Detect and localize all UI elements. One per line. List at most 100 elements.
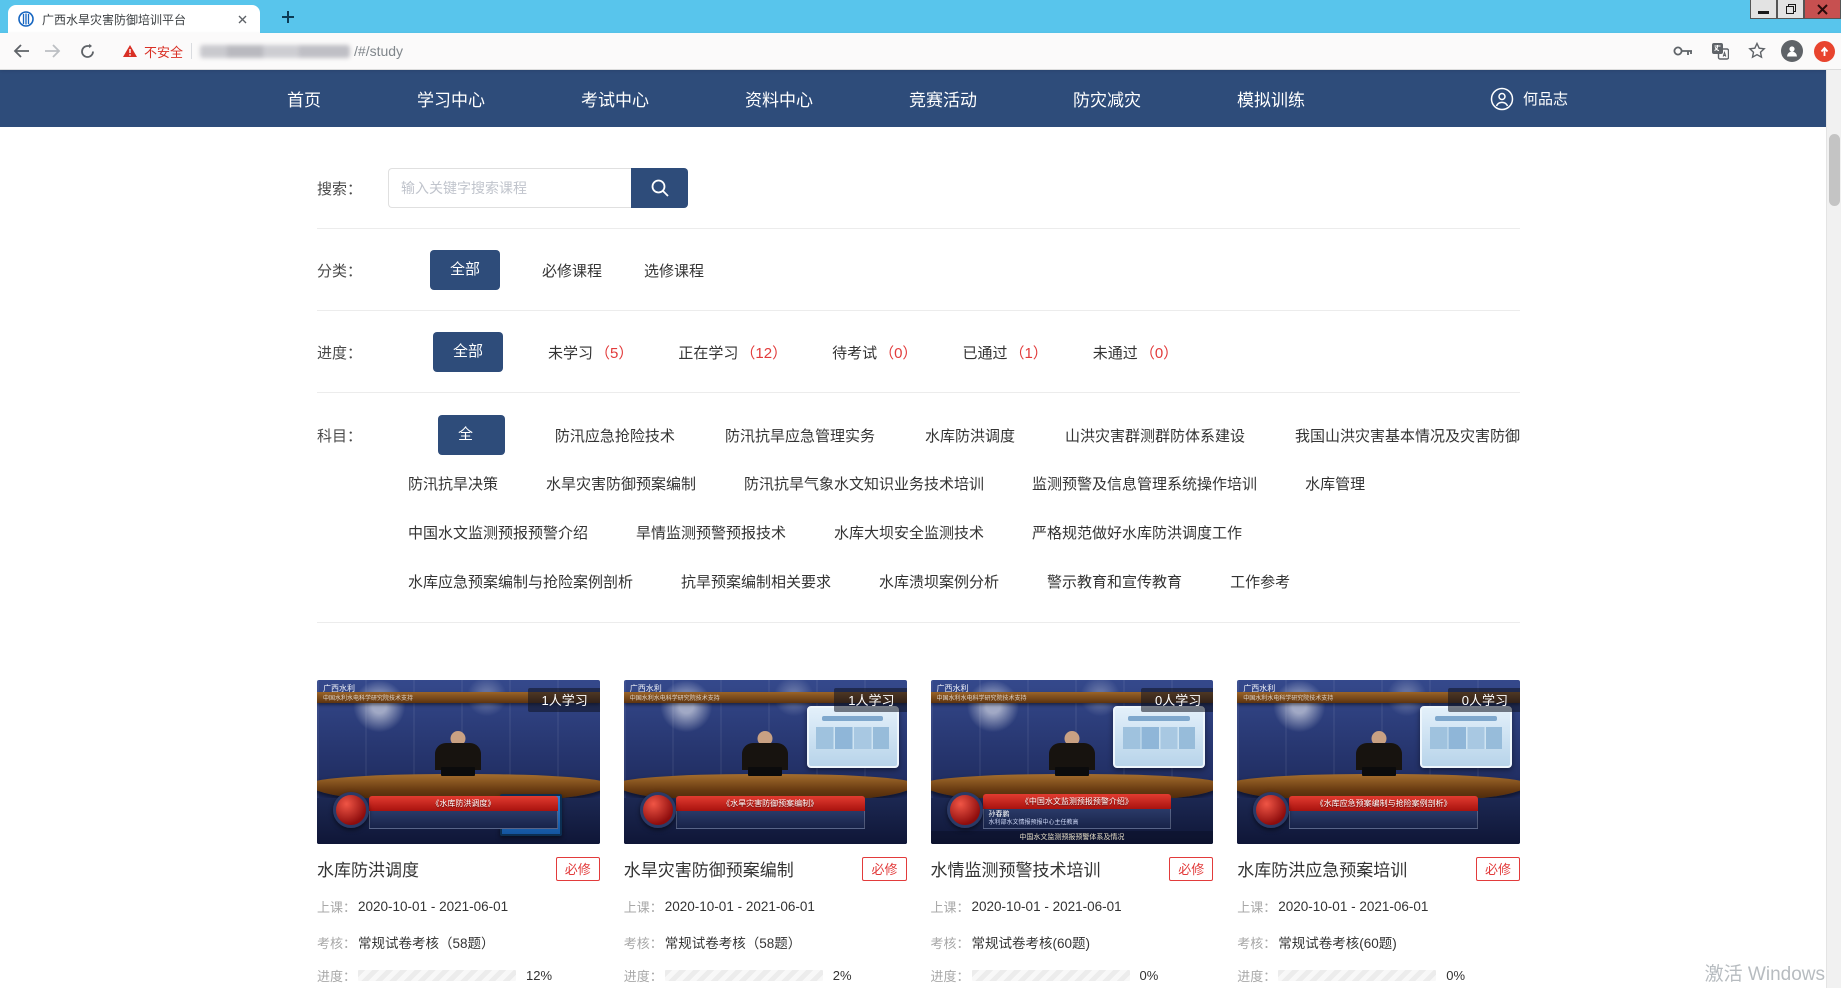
nav-item-learning-center[interactable]: 学习中心 [417, 86, 485, 111]
progress-filter-item[interactable]: 待考试 （0） [832, 342, 917, 363]
subject-chip[interactable]: 山洪灾害群测群防体系建设 [1065, 425, 1245, 446]
thumbnail-watermark: 广西水利 中国水利水电科学研究院技术支持 [630, 684, 720, 703]
subject-chip[interactable]: 防汛应急抢险技术 [555, 425, 675, 446]
window-controls [1750, 0, 1841, 19]
subject-chip[interactable]: 水库管理 [1305, 473, 1365, 494]
tab-close-icon[interactable] [234, 11, 250, 27]
restore-button[interactable] [1777, 0, 1804, 19]
progress-filter-item[interactable]: 未通过 （0） [1093, 342, 1178, 363]
course-title[interactable]: 水旱灾害防御预案编制 [624, 856, 863, 881]
progress-filter-row: 进度： 全部 未学习 （5） 正在学习 （12） 待考试 （0） 已通过 （1）… [317, 332, 1520, 372]
category-option-required[interactable]: 必修课程 [542, 260, 602, 281]
nav-item-home[interactable]: 首页 [287, 86, 321, 111]
subject-chip[interactable]: 严格规范做好水库防洪调度工作 [1032, 522, 1242, 543]
back-button[interactable] [8, 38, 34, 64]
minimize-button[interactable] [1750, 0, 1777, 19]
progress-filter-item[interactable]: 正在学习 （12） [678, 342, 787, 363]
reload-button[interactable] [74, 38, 100, 64]
course-thumbnail[interactable]: 广西水利 中国水利水电科学研究院技术支持 1人学习 《水库防洪调度》 [317, 680, 600, 844]
course-thumbnail[interactable]: 广西水利 中国水利水电科学研究院技术支持 0人学习 《中国水文监测预报预警介绍》… [931, 680, 1214, 844]
course-card[interactable]: 广西水利 中国水利水电科学研究院技术支持 1人学习 《水旱灾害防御预案编制》 [624, 680, 907, 985]
page-scrollbar[interactable] [1826, 70, 1841, 988]
user-chip[interactable]: 何品志 [1490, 87, 1568, 111]
new-tab-button[interactable] [276, 5, 300, 29]
nav-item-disaster-prevention[interactable]: 防灾减灾 [1073, 86, 1141, 111]
subject-chip[interactable]: 监测预警及信息管理系统操作培训 [1032, 473, 1257, 494]
subject-label: 科目： [317, 425, 388, 446]
subject-chip[interactable]: 旱情监测预警预报技术 [636, 522, 786, 543]
bookmark-star-icon[interactable] [1744, 38, 1770, 64]
subject-chip[interactable]: 防汛抗旱应急管理实务 [725, 425, 875, 446]
search-input[interactable] [388, 168, 631, 208]
course-thumbnail[interactable]: 广西水利 中国水利水电科学研究院技术支持 1人学习 《水旱灾害防御预案编制》 [624, 680, 907, 844]
subject-chip[interactable]: 防汛抗旱决策 [408, 473, 498, 494]
course-title[interactable]: 水库防洪调度 [317, 856, 556, 881]
exam-type: 常规试卷考核(60题) [1278, 932, 1397, 952]
progress-all-chip[interactable]: 全部 [433, 332, 503, 372]
banner-title: 《水库应急预案编制与抢险案例剖析》 [1289, 796, 1478, 811]
translate-icon[interactable] [1707, 38, 1733, 64]
browser-profile-avatar[interactable] [1781, 40, 1803, 62]
progress-row: 进度： 0% [931, 966, 1214, 985]
favicon-icon [18, 11, 34, 27]
course-card[interactable]: 广西水利 中国水利水电科学研究院技术支持 1人学习 《水库防洪调度》 [317, 680, 600, 985]
browser-update-icon[interactable] [1814, 41, 1835, 62]
course-card[interactable]: 广西水利 中国水利水电科学研究院技术支持 0人学习 《水库应急预案编制与抢险案例… [1237, 680, 1520, 985]
divider [317, 228, 1520, 229]
progress-filter-item[interactable]: 未学习 （5） [548, 342, 633, 363]
course-title[interactable]: 水库防洪应急预案培训 [1237, 856, 1476, 881]
subject-filter-block: 科目： 全部 防汛应急抢险技术 防汛抗旱应急管理实务 水库防洪调度 山洪灾害群测… [317, 415, 1520, 592]
category-all-chip[interactable]: 全部 [430, 250, 500, 290]
subject-chip[interactable]: 中国水文监测预报预警介绍 [408, 522, 588, 543]
nav-item-competitions[interactable]: 竞赛活动 [909, 86, 977, 111]
subject-all-chip[interactable]: 全部 [438, 415, 505, 455]
progress-row: 进度： 12% [317, 966, 600, 985]
scrollbar-thumb[interactable] [1829, 134, 1840, 206]
laptop-decor [441, 767, 475, 776]
presenter-silhouette [742, 743, 788, 770]
progress-filter-item[interactable]: 已通过 （1） [962, 342, 1047, 363]
progress-item-count: （1） [1009, 342, 1047, 363]
nav-item-simulation-training[interactable]: 模拟训练 [1237, 86, 1305, 111]
required-badge: 必修 [862, 857, 906, 881]
browser-tab[interactable]: 广西水旱灾害防御培训平台 [8, 5, 260, 33]
subject-chip[interactable]: 水库防洪调度 [925, 425, 1015, 446]
close-button[interactable] [1804, 0, 1841, 19]
study-page: 搜索： 分类： 全部 必修课程 选修课程 进度： 全部 未学习 （5） 正在学习… [317, 168, 1520, 985]
forward-button[interactable] [40, 38, 66, 64]
category-option-elective[interactable]: 选修课程 [644, 260, 704, 281]
banner-title: 《水库防洪调度》 [369, 796, 558, 811]
studio-logo [640, 792, 676, 828]
progress-bar [972, 970, 1130, 981]
lower-third-banner: 《水库应急预案编制与抢险案例剖析》 [1289, 796, 1478, 829]
class-dates: 2020-10-01 - 2021-06-01 [665, 899, 815, 914]
user-name: 何品志 [1523, 88, 1568, 109]
learners-badge: 0人学习 [1448, 688, 1520, 712]
subject-chip[interactable]: 水库溃坝案例分析 [879, 571, 999, 592]
divider [317, 310, 1520, 311]
search-button[interactable] [631, 168, 688, 208]
nav-item-materials-center[interactable]: 资料中心 [745, 86, 813, 111]
progress-item-count: （0） [1140, 342, 1178, 363]
course-title[interactable]: 水情监测预警技术培训 [931, 856, 1170, 881]
exam-row: 考核： 常规试卷考核(60题) [1237, 932, 1520, 952]
url-path[interactable]: /#/study [354, 43, 403, 59]
subject-chip[interactable]: 防汛抗旱气象水文知识业务技术培训 [744, 473, 984, 494]
studio-logo [333, 792, 369, 828]
user-icon [1490, 87, 1514, 111]
subject-chip[interactable]: 抗旱预案编制相关要求 [681, 571, 831, 592]
subject-chip[interactable]: 工作参考 [1230, 571, 1290, 592]
course-card[interactable]: 广西水利 中国水利水电科学研究院技术支持 0人学习 《中国水文监测预报预警介绍》… [931, 680, 1214, 985]
tab-title: 广西水旱灾害防御培训平台 [42, 11, 234, 28]
course-thumbnail[interactable]: 广西水利 中国水利水电科学研究院技术支持 0人学习 《水库应急预案编制与抢险案例… [1237, 680, 1520, 844]
subject-chip[interactable]: 水库大坝安全监测技术 [834, 522, 984, 543]
password-key-icon[interactable] [1670, 38, 1696, 64]
subject-chip[interactable]: 我国山洪灾害基本情况及灾害防御 [1295, 425, 1520, 446]
nav-item-exam-center[interactable]: 考试中心 [581, 86, 649, 111]
progress-item-name: 未通过 [1093, 342, 1138, 363]
subject-chip[interactable]: 水旱灾害防御预案编制 [546, 473, 696, 494]
subject-chip[interactable]: 警示教育和宣传教育 [1047, 571, 1182, 592]
security-badge[interactable]: 不安全 [122, 42, 183, 61]
progress-item-count: （5） [595, 342, 633, 363]
subject-chip[interactable]: 水库应急预案编制与抢险案例剖析 [408, 571, 633, 592]
